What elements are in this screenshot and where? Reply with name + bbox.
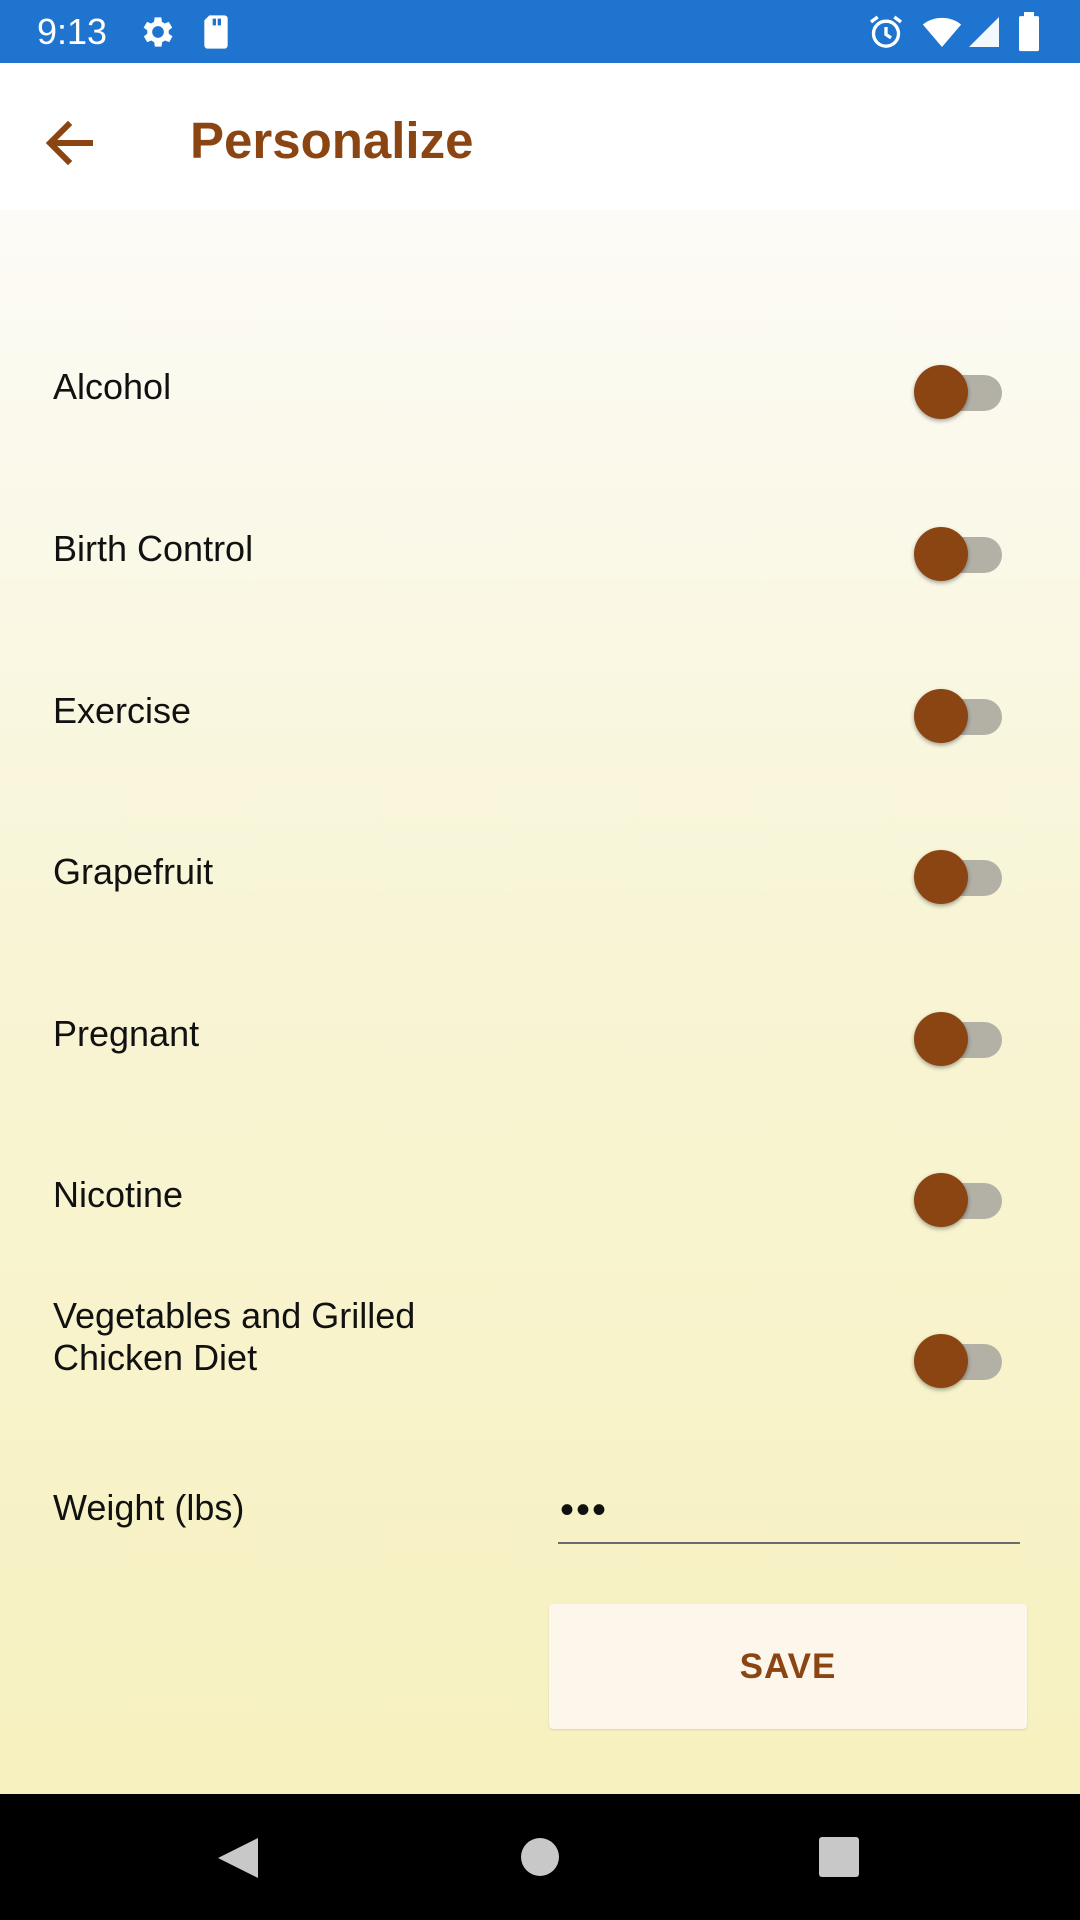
status-bar: 9:13 (0, 0, 1080, 63)
toggle-thumb (914, 689, 968, 743)
back-triangle-icon (218, 1838, 258, 1878)
nav-home-button[interactable] (505, 1824, 575, 1890)
battery-icon (1014, 12, 1054, 52)
birth-control-toggle[interactable] (914, 523, 1002, 581)
toggle-thumb (914, 1173, 968, 1227)
setting-label: Exercise (53, 690, 192, 731)
toggle-thumb (914, 1012, 968, 1066)
wifi-icon (922, 12, 962, 52)
navigation-bar (0, 1794, 1080, 1920)
arrow-left-icon (45, 120, 93, 166)
setting-label: Birth Control (53, 528, 254, 569)
pregnant-toggle[interactable] (914, 1008, 1002, 1066)
toggle-thumb (914, 850, 968, 904)
gear-icon (138, 12, 178, 52)
setting-label: Grapefruit (53, 851, 214, 892)
toggle-thumb (914, 365, 968, 419)
save-button[interactable]: SAVE (549, 1604, 1027, 1729)
toggle-thumb (914, 527, 968, 581)
back-button[interactable] (28, 101, 112, 185)
settings-content: Alcohol Birth Control Exercise Grapefrui… (0, 210, 1080, 1794)
diet-toggle[interactable] (914, 1330, 1002, 1388)
nav-back-button[interactable] (204, 1824, 274, 1890)
app-bar: Personalize (0, 63, 1080, 210)
setting-label: Vegetables and Grilled Chicken Diet (53, 1295, 416, 1378)
home-circle-icon (521, 1838, 559, 1876)
exercise-toggle[interactable] (914, 685, 1002, 743)
page-title: Personalize (190, 112, 474, 169)
toggle-thumb (914, 1334, 968, 1388)
nicotine-toggle[interactable] (914, 1169, 1002, 1227)
status-time: 9:13 (37, 11, 108, 52)
grapefruit-toggle[interactable] (914, 846, 1002, 904)
personalize-screen: 9:13 Personalize Alcohol Birth Control E… (0, 0, 1080, 1920)
setting-label: Alcohol (53, 366, 172, 407)
setting-label: Pregnant (53, 1013, 200, 1054)
weight-input[interactable] (558, 1478, 1020, 1544)
signal-icon (966, 12, 1006, 52)
setting-label: Nicotine (53, 1174, 184, 1215)
alarm-icon (866, 12, 906, 52)
recents-square-icon (819, 1837, 859, 1877)
nav-recents-button[interactable] (803, 1824, 873, 1890)
alcohol-toggle[interactable] (914, 361, 1002, 419)
sd-card-icon (196, 12, 236, 52)
weight-label: Weight (lbs) (53, 1487, 245, 1528)
